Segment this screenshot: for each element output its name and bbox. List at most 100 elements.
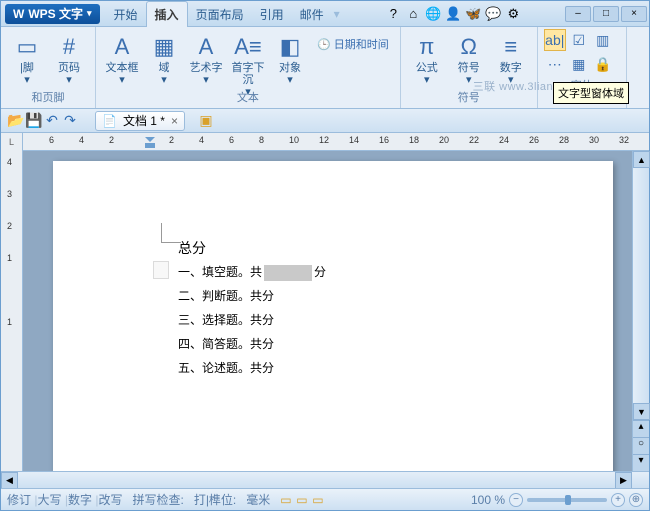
zoom-in-button[interactable]: + bbox=[611, 493, 625, 507]
document-content[interactable]: 总分一、填空题。共分二、判断题。共分三、选择题。共分四、简答题。共分五、论述题。… bbox=[178, 236, 326, 380]
tab-pos-label[interactable]: 打|榫位: bbox=[194, 491, 236, 508]
ribbon-group-header_footer: ▭|脚▾#页码▾和页脚 bbox=[1, 27, 96, 108]
symbol-button[interactable]: Ω符号▾ bbox=[449, 29, 489, 87]
ruler-corner[interactable]: L bbox=[1, 133, 23, 151]
tab-overflow-icon[interactable]: ▾ bbox=[334, 7, 340, 21]
prev-page-button[interactable]: ▴ bbox=[633, 420, 649, 437]
ruler-tick: 4 bbox=[79, 135, 84, 145]
footer-button[interactable]: ▭|脚▾ bbox=[7, 29, 47, 87]
datetime-button[interactable]: 🕒 日期和时间 bbox=[312, 33, 394, 55]
maximize-button[interactable]: □ bbox=[593, 6, 619, 22]
spellcheck-label[interactable]: 拼写检查: bbox=[132, 491, 183, 508]
footer-icon: ▭ bbox=[13, 34, 41, 60]
home-icon[interactable]: ⌂ bbox=[405, 6, 421, 22]
indent-marker-icon[interactable] bbox=[145, 133, 155, 149]
wordart-button[interactable]: A艺术字▾ bbox=[186, 29, 226, 87]
horizontal-scrollbar[interactable]: ◀ ▶ bbox=[1, 471, 649, 488]
status-数字[interactable]: 数字 bbox=[68, 493, 92, 507]
text-line[interactable]: 总分 bbox=[178, 236, 326, 260]
scroll-up-button[interactable]: ▲ bbox=[633, 151, 650, 168]
zoom-fit-button[interactable]: ⊕ bbox=[629, 493, 643, 507]
ruler-tick: 12 bbox=[319, 135, 329, 145]
pagenum-button[interactable]: #页码▾ bbox=[49, 29, 89, 87]
unit-label[interactable]: 毫米 bbox=[246, 491, 270, 508]
text-line[interactable]: 三、选择题。共分 bbox=[178, 308, 326, 332]
horizontal-ruler[interactable]: L 6422468101214161820222426283032 bbox=[1, 133, 649, 151]
text-line[interactable]: 五、论述题。共分 bbox=[178, 356, 326, 380]
form-options-button[interactable]: ⋯ bbox=[544, 53, 566, 75]
vertical-ruler[interactable]: 43211 bbox=[1, 151, 23, 471]
document-viewport[interactable]: 总分一、填空题。共分二、判断题。共分三、选择题。共分四、简答题。共分五、论述题。… bbox=[23, 151, 632, 471]
text-line[interactable]: 一、填空题。共分 bbox=[178, 260, 326, 284]
pagenum-icon: # bbox=[55, 34, 83, 60]
menu-tab-邮件[interactable]: 邮件 bbox=[292, 2, 332, 27]
help-icon[interactable]: ? bbox=[385, 6, 401, 22]
app-badge[interactable]: W WPS 文字 ▾ bbox=[5, 4, 100, 24]
ruler-tick: 24 bbox=[499, 135, 509, 145]
zoom-out-button[interactable]: − bbox=[509, 493, 523, 507]
butterfly-icon[interactable]: 🦋 bbox=[465, 6, 481, 22]
dropdown-form-button[interactable]: ▥ bbox=[592, 29, 614, 51]
object-icon: ◧ bbox=[276, 34, 304, 60]
checkbox-form-button[interactable]: ☑ bbox=[568, 29, 590, 51]
chat-icon[interactable]: 💬 bbox=[485, 6, 501, 22]
app-name: WPS 文字 bbox=[28, 5, 83, 22]
outline-view-icon[interactable]: ▭ bbox=[296, 493, 312, 507]
document-tab[interactable]: 📄 文档 1 * × bbox=[95, 111, 185, 131]
group-title: 符号 bbox=[458, 89, 480, 105]
scroll-track-h[interactable] bbox=[18, 472, 615, 488]
globe-icon[interactable]: 🌐 bbox=[425, 6, 441, 22]
ruler-tick: 10 bbox=[289, 135, 299, 145]
scroll-right-button[interactable]: ▶ bbox=[615, 472, 632, 489]
zoom-slider[interactable] bbox=[527, 498, 607, 502]
equation-button[interactable]: π公式▾ bbox=[407, 29, 447, 87]
status-修订[interactable]: 修订 bbox=[7, 493, 31, 507]
page[interactable]: 总分一、填空题。共分二、判断题。共分三、选择题。共分四、简答题。共分五、论述题。… bbox=[53, 161, 613, 471]
redo-icon[interactable]: ↷ bbox=[61, 112, 79, 130]
ruler-tick: 4 bbox=[199, 135, 204, 145]
ruler-tick: 1 bbox=[7, 253, 12, 263]
zoom-controls: 100 % − + ⊕ bbox=[471, 493, 643, 507]
menu-tab-引用[interactable]: 引用 bbox=[252, 2, 292, 27]
next-page-button[interactable]: ▾ bbox=[633, 454, 649, 471]
dropcap-button[interactable]: A≡首字下沉▾ bbox=[228, 29, 268, 87]
status-大写[interactable]: 大写 bbox=[37, 493, 61, 507]
page-view-icon[interactable]: ▭ bbox=[280, 493, 296, 507]
ruler-tick: 28 bbox=[559, 135, 569, 145]
form-field[interactable] bbox=[264, 265, 312, 281]
close-tab-icon[interactable]: × bbox=[171, 114, 178, 128]
text-form-field-button[interactable]: ab| bbox=[544, 29, 566, 51]
settings-icon[interactable]: ⚙ bbox=[505, 6, 521, 22]
textbox-button[interactable]: A文本框▾ bbox=[102, 29, 142, 87]
window-controls: – □ × bbox=[565, 6, 647, 22]
scroll-down-button[interactable]: ▼ bbox=[633, 403, 650, 420]
shade-form-button[interactable]: ▦ bbox=[568, 53, 590, 75]
app-menu-drop-icon[interactable]: ▾ bbox=[87, 8, 92, 19]
ruler-tick: 32 bbox=[619, 135, 629, 145]
web-view-icon[interactable]: ▭ bbox=[312, 493, 328, 507]
menu-tab-插入[interactable]: 插入 bbox=[146, 1, 188, 27]
lock-form-button[interactable]: 🔒 bbox=[592, 53, 614, 75]
field-button[interactable]: ▦域▾ bbox=[144, 29, 184, 87]
open-icon[interactable]: 📂 bbox=[7, 112, 25, 130]
minimize-button[interactable]: – bbox=[565, 6, 591, 22]
ruler-tick: 18 bbox=[409, 135, 419, 145]
menu-tab-页面布局[interactable]: 页面布局 bbox=[188, 2, 252, 27]
vertical-scrollbar[interactable]: ▲ ▼ ▴ ○ ▾ bbox=[632, 151, 649, 471]
new-tab-button[interactable]: ▣ bbox=[197, 112, 215, 130]
menu-tab-开始[interactable]: 开始 bbox=[106, 2, 146, 27]
ruler-tick: 8 bbox=[259, 135, 264, 145]
zoom-value[interactable]: 100 % bbox=[471, 493, 505, 507]
save-icon[interactable]: 💾 bbox=[25, 112, 43, 130]
text-line[interactable]: 四、简答题。共分 bbox=[178, 332, 326, 356]
scroll-track[interactable] bbox=[633, 168, 649, 403]
text-line[interactable]: 二、判断题。共分 bbox=[178, 284, 326, 308]
browse-object-button[interactable]: ○ bbox=[633, 437, 649, 454]
scroll-left-button[interactable]: ◀ bbox=[1, 472, 18, 489]
number-button[interactable]: ≡数字▾ bbox=[491, 29, 531, 87]
object-button[interactable]: ◧对象▾ bbox=[270, 29, 310, 87]
close-button[interactable]: × bbox=[621, 6, 647, 22]
status-改写[interactable]: 改写 bbox=[98, 493, 122, 507]
user-icon[interactable]: 👤 bbox=[445, 6, 461, 22]
undo-icon[interactable]: ↶ bbox=[43, 112, 61, 130]
